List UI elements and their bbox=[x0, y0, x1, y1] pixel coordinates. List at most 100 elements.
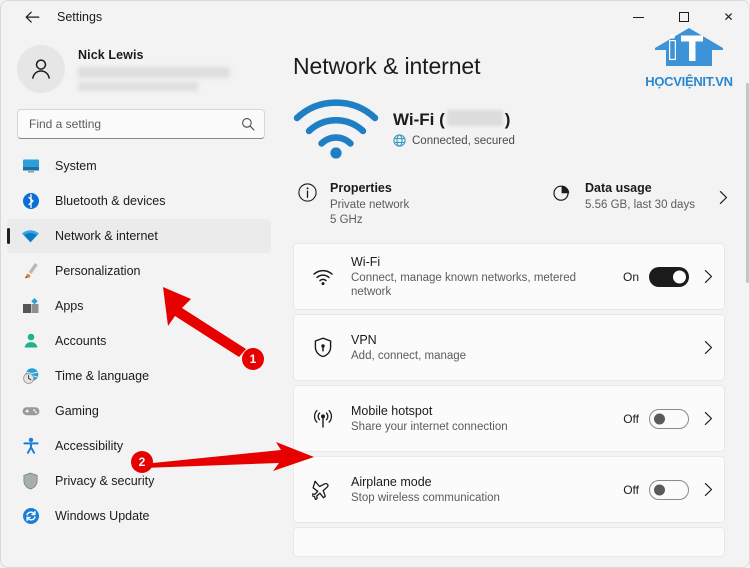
data-usage-text: Data usage 5.56 GB, last 30 days bbox=[585, 181, 695, 213]
search-icon[interactable] bbox=[241, 110, 255, 138]
sidebar-item-label: Accessibility bbox=[55, 439, 124, 453]
toggle-knob bbox=[654, 484, 665, 495]
bluetooth-icon bbox=[21, 192, 40, 211]
data-usage-sub: 5.56 GB, last 30 days bbox=[585, 199, 695, 211]
wifi-status-hero: Wi-Fi ( ) Connected, secured bbox=[293, 96, 749, 160]
sidebar-item-accessibility[interactable]: Accessibility bbox=[7, 429, 271, 463]
chevron-right-icon[interactable] bbox=[703, 269, 714, 284]
card-title: Mobile hotspot bbox=[351, 403, 433, 418]
sidebar-item-label: System bbox=[55, 159, 97, 173]
accessibility-icon bbox=[21, 437, 40, 456]
properties-sub2: 5 GHz bbox=[330, 214, 363, 226]
sidebar-item-label: Personalization bbox=[55, 264, 141, 278]
airplane-icon bbox=[310, 479, 336, 500]
close-button[interactable]: ✕ bbox=[706, 1, 749, 33]
card-wifi[interactable]: Wi-Fi Connect, manage known networks, me… bbox=[293, 243, 725, 310]
maximize-icon bbox=[678, 12, 689, 22]
card-hotspot-controls: Off bbox=[623, 408, 714, 429]
info-circle-icon bbox=[295, 181, 319, 202]
paintbrush-icon bbox=[21, 262, 40, 281]
properties-title: Properties bbox=[330, 181, 392, 195]
airplane-toggle[interactable] bbox=[649, 479, 689, 500]
card-next-partial[interactable] bbox=[293, 527, 725, 557]
card-airplane-controls: Off bbox=[623, 479, 714, 500]
back-button[interactable] bbox=[15, 2, 49, 32]
ssid-redacted bbox=[446, 110, 503, 126]
person-icon bbox=[32, 59, 50, 79]
info-row: Properties Private network 5 GHz Data us… bbox=[293, 178, 728, 231]
chevron-right-icon[interactable] bbox=[703, 411, 714, 426]
sidebar-item-label: Network & internet bbox=[55, 229, 158, 243]
globe-icon bbox=[393, 134, 406, 147]
card-title: VPN bbox=[351, 332, 377, 347]
search-glyph-icon bbox=[242, 118, 255, 131]
profile-detail-redacted bbox=[78, 81, 198, 91]
sidebar-item-bluetooth-devices[interactable]: Bluetooth & devices bbox=[7, 184, 271, 218]
status-label: Connected, secured bbox=[412, 134, 515, 147]
card-wifi-text: Wi-Fi Connect, manage known networks, me… bbox=[351, 255, 623, 299]
properties-sub1: Private network bbox=[330, 199, 410, 211]
sidebar-item-windows-update[interactable]: Windows Update bbox=[7, 499, 271, 533]
gamepad-icon bbox=[21, 402, 40, 421]
card-subtitle: Add, connect, manage bbox=[351, 349, 467, 362]
window-controls: ✕ bbox=[616, 1, 749, 33]
card-vpn[interactable]: VPN Add, connect, manage bbox=[293, 314, 725, 381]
shield-lock-icon bbox=[310, 337, 336, 358]
sidebar-item-label: Privacy & security bbox=[55, 474, 155, 488]
toggle-state-label: Off bbox=[623, 411, 639, 426]
toggle-knob bbox=[673, 270, 686, 283]
page-title: Network & internet bbox=[293, 53, 481, 79]
sidebar-item-privacy-security[interactable]: Privacy & security bbox=[7, 464, 271, 498]
clock-globe-icon bbox=[21, 367, 40, 386]
scrollbar-thumb[interactable] bbox=[746, 83, 749, 283]
card-title: Airplane mode bbox=[351, 474, 432, 489]
settings-window: Settings ✕ Nick Lewis Find a setting Sys… bbox=[0, 0, 750, 568]
profile-text: Nick Lewis bbox=[78, 48, 230, 91]
card-airplane-mode[interactable]: Airplane mode Stop wireless communicatio… bbox=[293, 456, 725, 523]
sidebar-item-gaming[interactable]: Gaming bbox=[7, 394, 271, 428]
update-icon bbox=[21, 507, 40, 526]
pie-chart-icon bbox=[550, 181, 574, 203]
shield-icon bbox=[21, 472, 40, 491]
hotspot-toggle[interactable] bbox=[649, 408, 689, 429]
title-bar: Settings ✕ bbox=[1, 1, 749, 33]
sidebar-item-network-internet[interactable]: Network & internet bbox=[7, 219, 271, 253]
sidebar-item-label: Gaming bbox=[55, 404, 99, 418]
sidebar-item-accounts[interactable]: Accounts bbox=[7, 324, 271, 358]
minimize-button[interactable] bbox=[616, 1, 661, 33]
toggle-knob bbox=[654, 413, 665, 424]
apps-icon bbox=[21, 297, 40, 316]
person-icon bbox=[21, 332, 40, 351]
card-title: Wi-Fi bbox=[351, 254, 381, 269]
toggle-state-label: On bbox=[622, 269, 639, 284]
close-icon: ✕ bbox=[723, 10, 734, 24]
card-subtitle: Share your internet connection bbox=[351, 420, 508, 433]
window-title: Settings bbox=[57, 10, 103, 24]
sidebar-item-system[interactable]: System bbox=[7, 149, 271, 183]
sidebar-item-apps[interactable]: Apps bbox=[7, 289, 271, 323]
wifi-name-prefix: Wi-Fi ( bbox=[393, 110, 445, 129]
properties-tile[interactable]: Properties Private network 5 GHz bbox=[293, 178, 548, 231]
search-box[interactable] bbox=[17, 109, 265, 139]
sidebar-nav: System Bluetooth & devices Network & int… bbox=[1, 149, 281, 533]
search-input[interactable] bbox=[18, 110, 264, 138]
sidebar-item-personalization[interactable]: Personalization bbox=[7, 254, 271, 288]
card-subtitle: Stop wireless communication bbox=[351, 491, 500, 504]
data-usage-tile[interactable]: Data usage 5.56 GB, last 30 days bbox=[548, 178, 728, 231]
sidebar-item-label: Bluetooth & devices bbox=[55, 194, 166, 208]
chevron-right-icon bbox=[718, 190, 729, 210]
wifi-connection-status: Connected, secured bbox=[393, 134, 515, 147]
sidebar-item-time-language[interactable]: Time & language bbox=[7, 359, 271, 393]
toggle-state-label: Off bbox=[623, 482, 639, 497]
chevron-right-icon[interactable] bbox=[703, 340, 714, 355]
maximize-button[interactable] bbox=[661, 1, 706, 33]
avatar bbox=[17, 45, 65, 93]
profile-email-redacted bbox=[78, 66, 230, 78]
wifi-toggle[interactable] bbox=[649, 266, 689, 287]
data-usage-title: Data usage bbox=[585, 181, 652, 195]
minimize-icon bbox=[633, 16, 644, 18]
user-profile[interactable]: Nick Lewis bbox=[17, 45, 281, 93]
chevron-right-icon[interactable] bbox=[703, 482, 714, 497]
card-vpn-text: VPN Add, connect, manage bbox=[351, 333, 689, 363]
card-mobile-hotspot[interactable]: Mobile hotspot Share your internet conne… bbox=[293, 385, 725, 452]
